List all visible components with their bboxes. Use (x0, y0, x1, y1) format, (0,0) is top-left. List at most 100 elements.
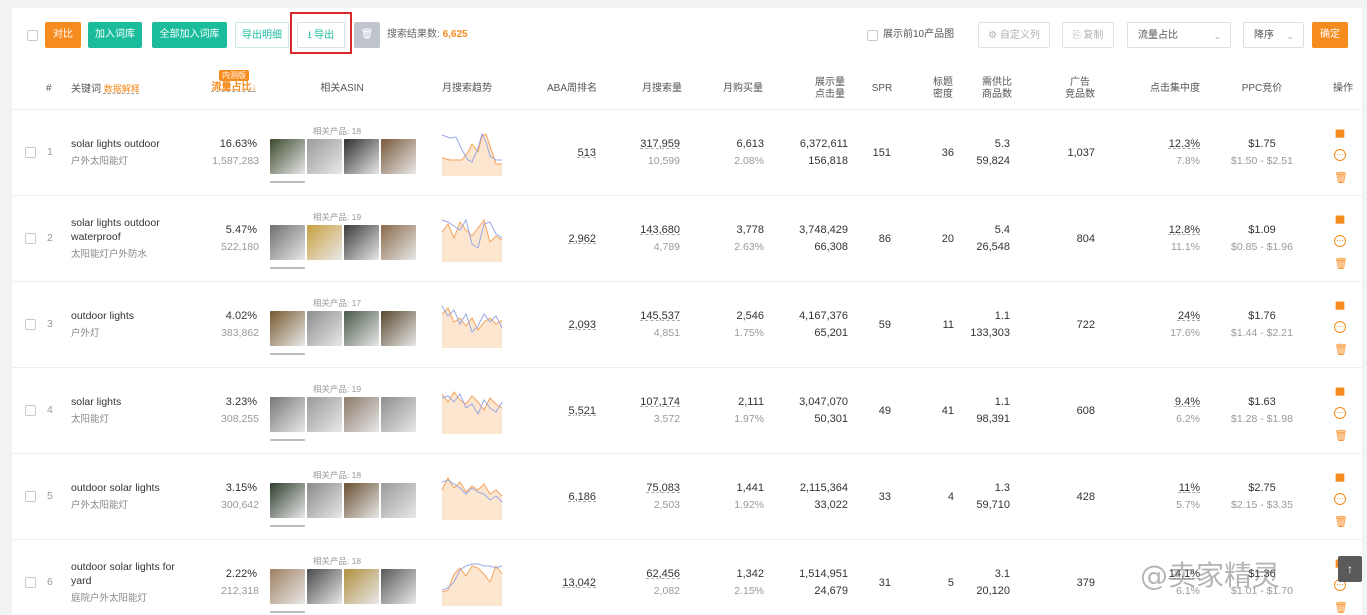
table-row[interactable]: 5 outdoor solar lights 户外太阳能灯 3.15% 300,642 相… (12, 454, 1362, 540)
product-thumbnail[interactable] (307, 569, 342, 604)
monthly-search-value[interactable]: 317,959 (620, 138, 680, 150)
col-click-concentration[interactable]: 点击集中度 (1140, 83, 1210, 95)
aba-rank-value[interactable]: 5,521 (536, 405, 596, 417)
keyword-cell[interactable]: solar lights outdoor waterproof 太阳能灯户外防水 (71, 216, 201, 260)
click-concentration-value[interactable]: 12.3% (1152, 138, 1200, 150)
bar-chart-icon[interactable]: ▅ (1334, 126, 1346, 138)
thumbnail-scrollbar[interactable] (270, 353, 305, 355)
delete-button[interactable]: 🗑 (354, 22, 380, 48)
col-supply-demand[interactable]: 需供比 商品数 (972, 77, 1022, 101)
product-thumbnail[interactable] (270, 569, 305, 604)
product-thumbnail[interactable] (270, 483, 305, 518)
click-concentration-value[interactable]: 9.4% (1152, 396, 1200, 408)
monthly-search-value[interactable]: 145,537 (620, 310, 680, 322)
col-ppc[interactable]: PPC竞价 (1232, 83, 1292, 95)
col-monthly-purchase[interactable]: 月购买量 (708, 83, 778, 95)
keyword-text[interactable]: outdoor lights (71, 309, 201, 323)
product-thumbnail[interactable] (344, 311, 379, 346)
show-top10-checkbox[interactable] (867, 30, 878, 41)
keyword-cell[interactable]: outdoor solar lights 户外太阳能灯 (71, 481, 201, 511)
thumbnail-scrollbar[interactable] (270, 525, 305, 527)
product-thumbnail[interactable] (344, 397, 379, 432)
row-checkbox[interactable] (25, 319, 36, 330)
table-row[interactable]: 4 solar lights 太阳能灯 3.23% 308,255 相关产品: 19 5,5… (12, 368, 1362, 454)
keyword-cell[interactable]: outdoor solar lights for yard 庭院户外太阳能灯 (71, 560, 201, 604)
col-keyword[interactable]: 关键词 数据解释 (71, 83, 140, 96)
trash-icon[interactable]: 🗑 (1334, 344, 1348, 356)
copy-button[interactable]: ⎘ 复制 (1062, 22, 1114, 48)
click-concentration-value[interactable]: 11% (1152, 482, 1200, 494)
product-thumbnail[interactable] (307, 483, 342, 518)
product-thumbnail[interactable] (307, 311, 342, 346)
product-thumbnail[interactable] (381, 397, 416, 432)
table-row[interactable]: 2 solar lights outdoor waterproof 太阳能灯户外防水 5… (12, 196, 1362, 282)
col-monthly-search[interactable]: 月搜索量 (627, 83, 697, 95)
more-icon[interactable]: ⋯ (1334, 149, 1346, 161)
select-all-checkbox[interactable] (27, 30, 38, 41)
product-thumbnail[interactable] (381, 139, 416, 174)
product-thumbnail[interactable] (381, 483, 416, 518)
sort-field-select[interactable]: 流量占比 ⌄ (1127, 22, 1231, 48)
monthly-search-trend-chart[interactable] (440, 560, 504, 606)
aba-rank-value[interactable]: 6,186 (536, 491, 596, 503)
monthly-search-trend-chart[interactable] (440, 388, 504, 434)
arrow-up-icon[interactable]: ↑ (1338, 556, 1362, 582)
row-checkbox[interactable] (25, 491, 36, 502)
keyword-text[interactable]: solar lights (71, 395, 201, 409)
product-thumbnail[interactable] (344, 225, 379, 260)
monthly-search-value[interactable]: 107,174 (620, 396, 680, 408)
click-concentration-value[interactable]: 24% (1152, 310, 1200, 322)
product-thumbnail[interactable] (307, 397, 342, 432)
product-thumbnail[interactable] (381, 225, 416, 260)
click-concentration-value[interactable]: 12.8% (1152, 224, 1200, 236)
confirm-button[interactable]: 确定 (1312, 22, 1348, 48)
keyword-text[interactable]: solar lights outdoor (71, 216, 201, 230)
row-checkbox[interactable] (25, 577, 36, 588)
product-thumbnail[interactable] (381, 569, 416, 604)
table-row[interactable]: 3 outdoor lights 户外灯 4.02% 383,862 相关产品: 17 2,… (12, 282, 1362, 368)
product-thumbnail[interactable] (344, 483, 379, 518)
keyword-cell[interactable]: outdoor lights 户外灯 (71, 309, 201, 339)
product-thumbnail[interactable] (344, 139, 379, 174)
more-icon[interactable]: ⋯ (1334, 407, 1346, 419)
product-thumbnail[interactable] (270, 397, 305, 432)
more-icon[interactable]: ⋯ (1334, 321, 1346, 333)
bar-chart-icon[interactable]: ▅ (1334, 212, 1346, 224)
col-spr[interactable]: SPR (867, 83, 897, 95)
monthly-search-trend-chart[interactable] (440, 474, 504, 520)
product-thumbnail[interactable] (307, 139, 342, 174)
bar-chart-icon[interactable]: ▅ (1334, 470, 1346, 482)
product-thumbnail[interactable] (307, 225, 342, 260)
trash-icon[interactable]: 🗑 (1334, 602, 1348, 614)
keyword-text[interactable]: outdoor solar lights (71, 481, 201, 495)
monthly-search-value[interactable]: 62,456 (620, 568, 680, 580)
bar-chart-icon[interactable]: ▅ (1334, 384, 1346, 396)
col-title-density[interactable]: 标题 密度 (928, 77, 958, 101)
thumbnail-scrollbar[interactable] (270, 439, 305, 441)
col-impressions[interactable]: 展示量 点击量 (800, 77, 860, 101)
table-row[interactable]: 1 solar lights outdoor 户外太阳能灯 16.63% 1,587,2… (12, 110, 1362, 196)
bar-chart-icon[interactable]: ▅ (1334, 298, 1346, 310)
keyword-cell[interactable]: solar lights outdoor 户外太阳能灯 (71, 137, 201, 167)
add-all-lexicon-button[interactable]: 全部加入词库 (152, 22, 227, 48)
trash-icon[interactable]: 🗑 (1334, 258, 1348, 270)
row-checkbox[interactable] (25, 233, 36, 244)
custom-columns-button[interactable]: ⚙ 自定义列 (978, 22, 1050, 48)
trash-icon[interactable]: 🗑 (1334, 516, 1348, 528)
aba-rank-value[interactable]: 2,093 (536, 319, 596, 331)
product-thumbnail[interactable] (270, 139, 305, 174)
trash-icon[interactable]: 🗑 (1334, 172, 1348, 184)
monthly-search-trend-chart[interactable] (440, 302, 504, 348)
product-thumbnail[interactable] (381, 311, 416, 346)
row-checkbox[interactable] (25, 147, 36, 158)
export-detail-button[interactable]: 导出明细 (235, 22, 289, 48)
row-checkbox[interactable] (25, 405, 36, 416)
monthly-search-value[interactable]: 143,680 (620, 224, 680, 236)
col-traffic-share[interactable]: 内测版 流量占比↓ (207, 70, 261, 94)
more-icon[interactable]: ⋯ (1334, 235, 1346, 247)
product-thumbnail[interactable] (344, 569, 379, 604)
data-explain-link[interactable]: 数据解释 (104, 84, 140, 94)
thumbnail-scrollbar[interactable] (270, 611, 305, 613)
col-aba-rank[interactable]: ABA周排名 (537, 83, 607, 95)
keyword-text[interactable]: solar lights outdoor (71, 137, 201, 151)
